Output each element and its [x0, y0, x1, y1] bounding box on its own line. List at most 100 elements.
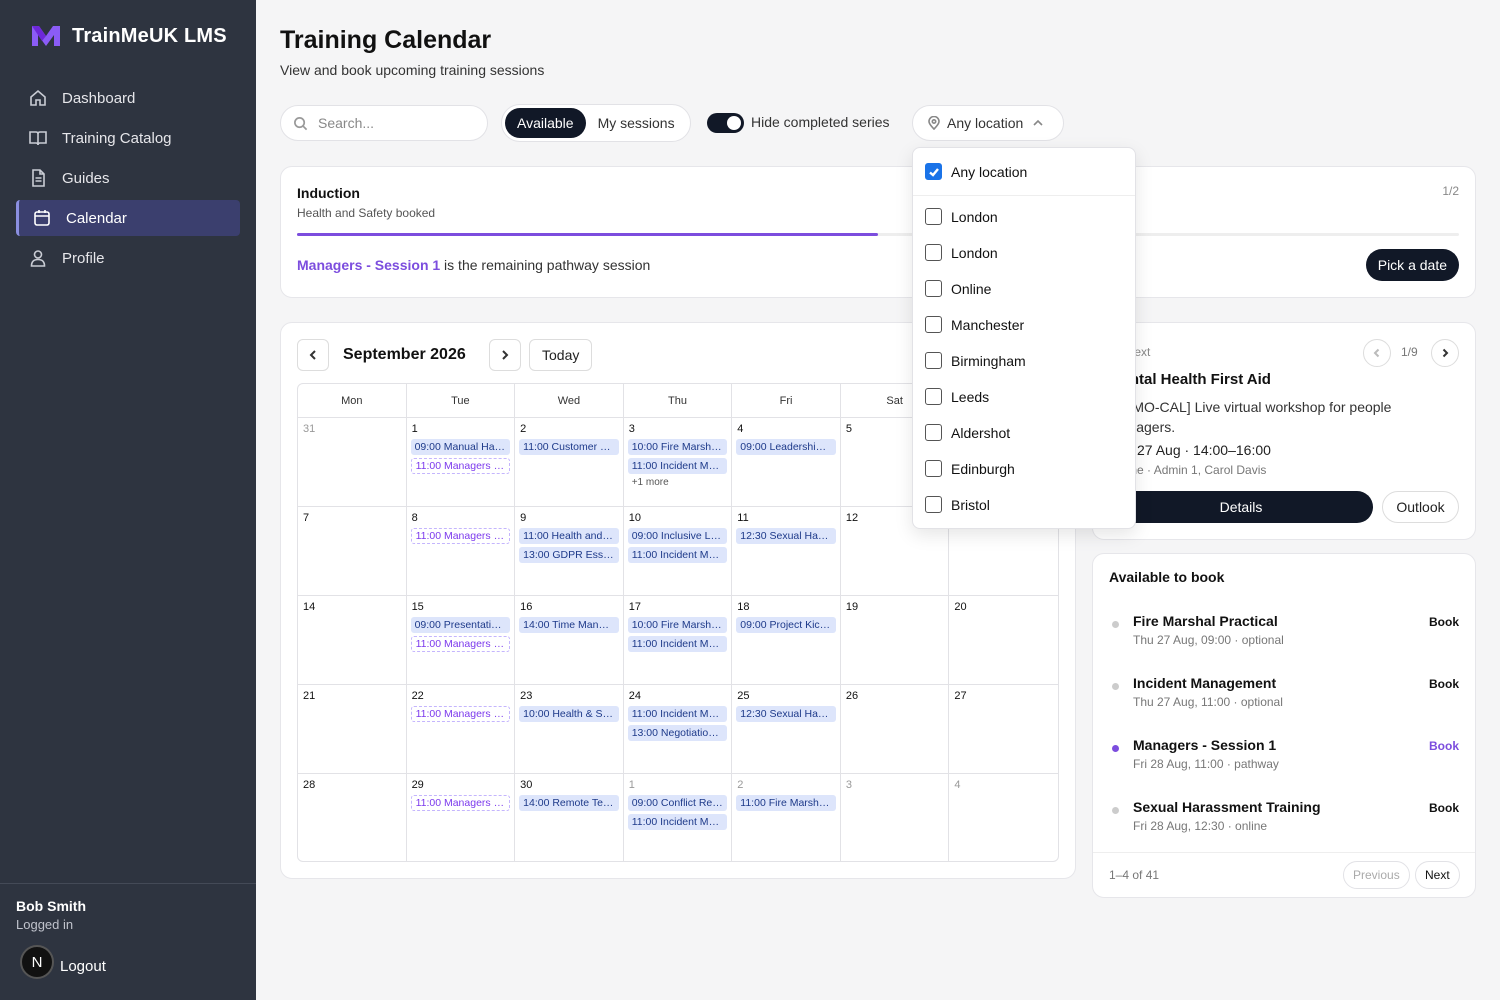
- pathway-session-link[interactable]: Managers - Session 1: [297, 257, 440, 273]
- event-chip[interactable]: 11:00 Incident Management: [627, 547, 728, 563]
- event-chip[interactable]: 09:00 Manual Handling: [410, 439, 511, 455]
- event-chip[interactable]: 11:00 Customer Service: [519, 439, 619, 455]
- event-chip[interactable]: 13:00 Negotiation Skills: [627, 725, 728, 741]
- checkbox[interactable]: [925, 388, 942, 405]
- calendar-day-cell[interactable]: 24 11:00 Incident Management 13:00 Negotia…: [623, 685, 733, 774]
- calendar-day-cell[interactable]: 18 09:00 Project Kick-off: [732, 596, 841, 685]
- calendar-day-cell[interactable]: 4 09:00 Leadership Essentials: [732, 418, 841, 507]
- book-button[interactable]: Book: [1429, 677, 1459, 691]
- calendar-day-cell[interactable]: 17 10:00 Fire Marshal Practical 11:00 Inci…: [623, 596, 733, 685]
- calendar-day-cell[interactable]: 10 09:00 Inclusive Leadership 11:00 Incide…: [623, 507, 733, 596]
- location-option[interactable]: Manchester: [925, 316, 1024, 333]
- pathway-event-chip[interactable]: 11:00 Managers - Session 1: [410, 458, 511, 474]
- checkbox[interactable]: [925, 208, 942, 225]
- event-chip[interactable]: 09:00 Presentation Skills: [410, 617, 511, 633]
- calendar-day-cell[interactable]: 31: [298, 418, 407, 507]
- pathway-event-chip[interactable]: 11:00 Managers - Session 1: [410, 795, 511, 811]
- next-page-button[interactable]: Next: [1415, 861, 1460, 889]
- checkbox[interactable]: [925, 163, 942, 180]
- pick-a-date-button[interactable]: Pick a date: [1365, 249, 1459, 281]
- sidebar-item-profile[interactable]: Profile: [16, 240, 240, 276]
- sidebar-item-guides[interactable]: Guides: [16, 160, 240, 196]
- up-next-next-button[interactable]: [1431, 339, 1459, 367]
- event-chip[interactable]: 11:00 Incident Management: [627, 814, 728, 830]
- checkbox[interactable]: [925, 316, 942, 333]
- calendar-day-cell[interactable]: 22 11:00 Managers - Session 1: [406, 685, 516, 774]
- details-button[interactable]: Details: [1109, 491, 1373, 523]
- calendar-day-cell[interactable]: 20: [949, 596, 1058, 685]
- event-chip[interactable]: 13:00 GDPR Essentials: [519, 547, 619, 563]
- search-input[interactable]: [318, 115, 468, 131]
- checkbox[interactable]: [925, 280, 942, 297]
- calendar-day-cell[interactable]: 1 09:00 Manual Handling 11:00 Managers - S…: [406, 418, 516, 507]
- today-button[interactable]: Today: [529, 339, 593, 371]
- sidebar-item-dashboard[interactable]: Dashboard: [16, 80, 240, 116]
- calendar-day-cell[interactable]: 2 11:00 Fire Marshal Practical: [732, 774, 841, 861]
- calendar-day-cell[interactable]: 2 11:00 Customer Service: [515, 418, 624, 507]
- segment-my-sessions[interactable]: My sessions: [586, 108, 687, 138]
- location-option[interactable]: Birmingham: [925, 352, 1026, 369]
- up-next-previous-button[interactable]: [1363, 339, 1391, 367]
- sidebar-item-training-catalog[interactable]: Training Catalog: [16, 120, 240, 156]
- checkbox[interactable]: [925, 244, 942, 261]
- location-option[interactable]: Any location: [925, 163, 1027, 180]
- pathway-event-chip[interactable]: 11:00 Managers - Session 1: [410, 636, 511, 652]
- calendar-day-cell[interactable]: 14: [298, 596, 407, 685]
- logout-button[interactable]: Logout: [60, 958, 106, 975]
- next-month-button[interactable]: [489, 339, 521, 371]
- location-option[interactable]: Online: [925, 280, 991, 297]
- book-button[interactable]: Book: [1429, 615, 1459, 629]
- calendar-day-cell[interactable]: 7: [298, 507, 407, 596]
- event-chip[interactable]: 09:00 Project Kick-off: [736, 617, 836, 633]
- location-filter-button[interactable]: Any location: [912, 105, 1064, 141]
- outlook-button[interactable]: Outlook: [1382, 491, 1459, 523]
- pathway-event-chip[interactable]: 11:00 Managers - Session 1: [410, 528, 511, 544]
- checkbox[interactable]: [925, 352, 942, 369]
- event-chip[interactable]: 12:30 Sexual Harassment Training: [736, 706, 836, 722]
- event-chip[interactable]: 09:00 Leadership Essentials: [736, 439, 836, 455]
- checkbox[interactable]: [925, 424, 942, 441]
- event-chip[interactable]: 11:00 Incident Management: [627, 706, 728, 722]
- calendar-day-cell[interactable]: 3: [841, 774, 950, 861]
- event-chip[interactable]: 10:00 Fire Marshal Practical: [627, 617, 728, 633]
- calendar-day-cell[interactable]: 1 09:00 Conflict Resolution 11:00 Incident…: [624, 774, 733, 861]
- calendar-day-cell[interactable]: 3 10:00 Fire Marshal Practical 11:00 Incid…: [623, 418, 733, 507]
- checkbox[interactable]: [925, 460, 942, 477]
- location-option[interactable]: Leeds: [925, 388, 989, 405]
- more-events-link[interactable]: +1 more: [632, 477, 728, 488]
- avatar[interactable]: N: [20, 945, 54, 979]
- calendar-day-cell[interactable]: 26: [840, 685, 950, 774]
- calendar-day-cell[interactable]: 8 11:00 Managers - Session 1: [406, 507, 516, 596]
- calendar-day-cell[interactable]: 23 10:00 Health & Safety: [515, 685, 624, 774]
- calendar-day-cell[interactable]: 28: [298, 774, 407, 861]
- event-chip[interactable]: 11:00 Health and Safety: [519, 528, 619, 544]
- brand[interactable]: TrainMeUK LMS: [30, 22, 227, 50]
- pathway-event-chip[interactable]: 11:00 Managers - Session 1: [410, 706, 511, 722]
- event-chip[interactable]: 10:00 Health & Safety: [519, 706, 619, 722]
- calendar-day-cell[interactable]: 25 12:30 Sexual Harassment Training: [732, 685, 841, 774]
- event-chip[interactable]: 14:00 Remote Teams: [519, 795, 619, 811]
- event-chip[interactable]: 14:00 Time Management: [519, 617, 619, 633]
- checkbox[interactable]: [925, 496, 942, 513]
- hide-completed-toggle[interactable]: [707, 113, 744, 133]
- previous-month-button[interactable]: [297, 339, 329, 371]
- location-option[interactable]: London: [925, 208, 998, 225]
- calendar-day-cell[interactable]: 29 11:00 Managers - Session 1: [407, 774, 516, 861]
- location-option[interactable]: London: [925, 244, 998, 261]
- calendar-day-cell[interactable]: 27: [949, 685, 1058, 774]
- calendar-day-cell[interactable]: 4: [949, 774, 1058, 861]
- calendar-day-cell[interactable]: 11 12:30 Sexual Harassment Training: [732, 507, 841, 596]
- event-chip[interactable]: 09:00 Inclusive Leadership: [627, 528, 728, 544]
- segment-available[interactable]: Available: [505, 108, 586, 138]
- event-chip[interactable]: 11:00 Incident Management: [627, 636, 728, 652]
- event-chip[interactable]: 11:00 Fire Marshal Practical: [736, 795, 836, 811]
- previous-page-button[interactable]: Previous: [1343, 861, 1410, 889]
- event-chip[interactable]: 10:00 Fire Marshal Practical: [627, 439, 728, 455]
- book-button[interactable]: Book: [1429, 801, 1459, 815]
- book-button[interactable]: Book: [1429, 739, 1459, 753]
- event-chip[interactable]: 09:00 Conflict Resolution: [627, 795, 728, 811]
- calendar-day-cell[interactable]: 15 09:00 Presentation Skills 11:00 Manager…: [406, 596, 516, 685]
- calendar-day-cell[interactable]: 9 11:00 Health and Safety 13:00 GDPR Essen…: [515, 507, 624, 596]
- location-option[interactable]: Bristol: [925, 496, 990, 513]
- sidebar-item-calendar[interactable]: Calendar: [16, 200, 240, 236]
